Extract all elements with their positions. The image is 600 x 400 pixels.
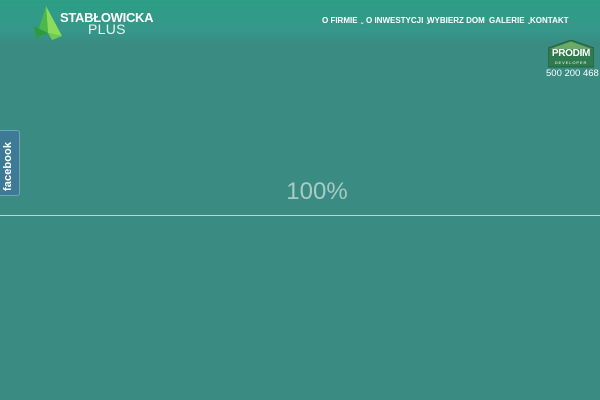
chevron-down-icon: ⌄ <box>425 19 431 26</box>
developer-badge[interactable]: PRODIM DEVELOPER 500 200 468 <box>546 40 599 82</box>
nav-item-label: O FIRMIE <box>322 15 358 25</box>
phone-number[interactable]: 500 200 468 <box>546 68 599 79</box>
chevron-down-icon: ⌄ <box>359 19 365 26</box>
main-navigation: O FIRMIE ⌄ O INWESTYCJI ⌄ WYBIERZ DOM GA… <box>322 13 569 27</box>
nav-item-label: KONTAKT <box>530 15 569 25</box>
nav-item-label: O INWESTYCJI <box>366 15 424 25</box>
loader-percent-label: 100% <box>286 178 348 205</box>
developer-subtitle: DEVELOPER <box>554 59 588 65</box>
site-logo[interactable]: STABŁOWICKA PLUS <box>32 6 154 40</box>
nav-item-galerie[interactable]: GALERIE ⌄ <box>489 15 532 26</box>
nav-item-o-firmie[interactable]: O FIRMIE ⌄ <box>322 15 366 26</box>
loader-progress-fill <box>0 215 600 216</box>
site-header: STABŁOWICKA PLUS O FIRMIE ⌄ O INWESTYCJI… <box>0 0 600 44</box>
logo-subtitle: PLUS <box>88 21 126 37</box>
nav-item-wybierz-dom[interactable]: WYBIERZ DOM <box>427 16 489 25</box>
nav-item-label: WYBIERZ DOM <box>427 15 485 25</box>
nav-item-kontakt[interactable]: KONTAKT <box>530 16 569 25</box>
loader-progress-bar <box>0 215 600 216</box>
nav-item-label: GALERIE <box>489 15 525 25</box>
developer-name: PRODIM <box>551 48 591 59</box>
nav-item-o-inwestycji[interactable]: O INWESTYCJI ⌄ <box>366 15 431 26</box>
chevron-down-icon: ⌄ <box>526 19 532 26</box>
